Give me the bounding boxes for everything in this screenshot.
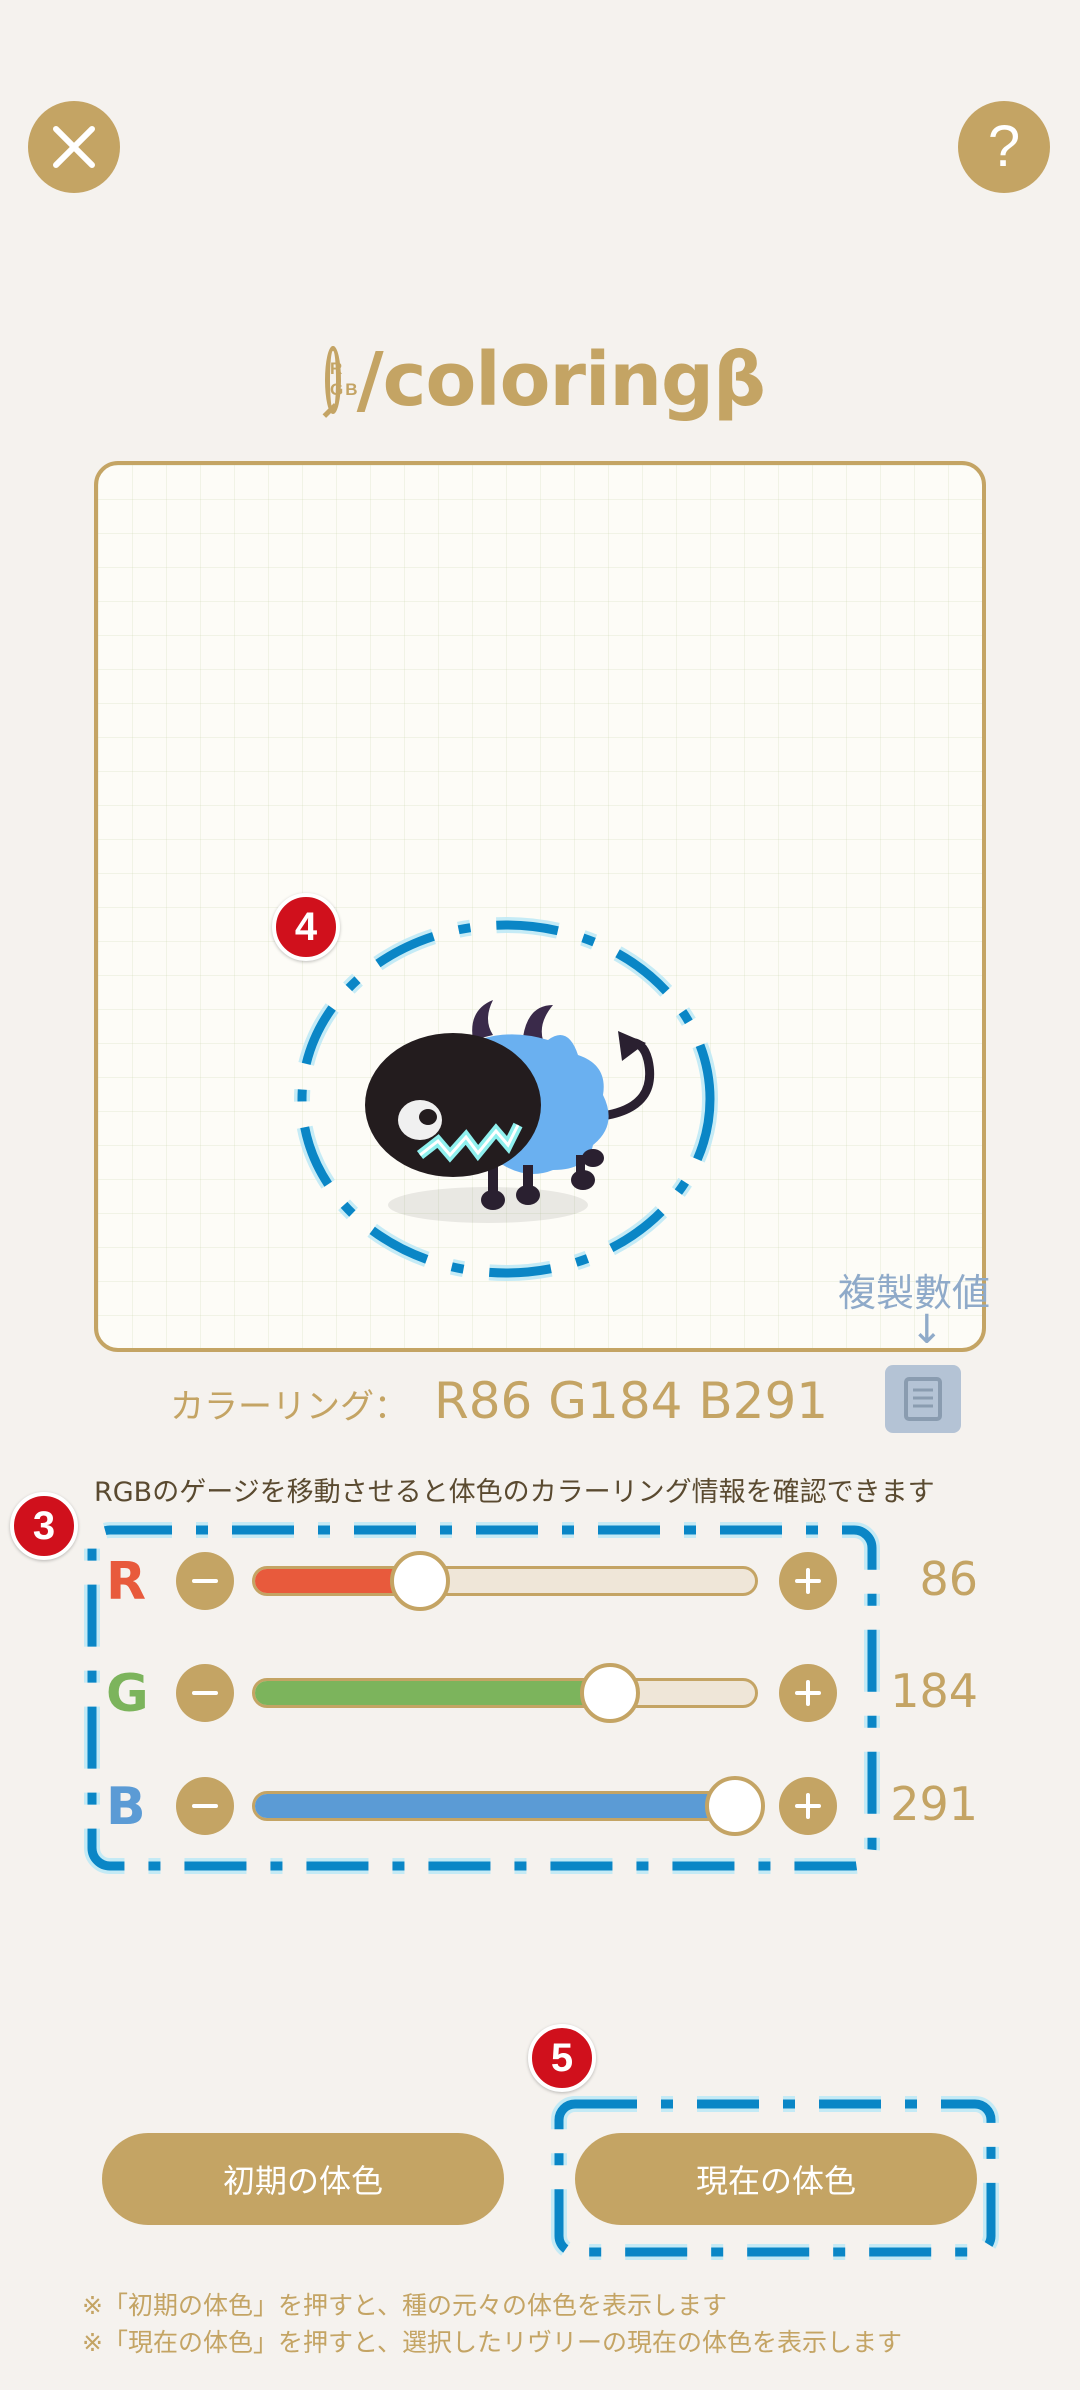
logo-title: /coloringβ — [356, 337, 766, 423]
slider-row-r: R 86 — [100, 1546, 1000, 1616]
g-slider-track[interactable] — [252, 1663, 758, 1723]
coloring-info: カラーリング： R86 G184 B291 — [170, 1372, 828, 1430]
slider-hint-text: RGBのゲージを移動させると体色のカラーリング情報を確認できます — [94, 1477, 935, 1508]
g-increase-button[interactable] — [779, 1664, 837, 1722]
annotation-badge-5: 5 — [528, 2024, 596, 2092]
r-increase-button[interactable] — [779, 1552, 837, 1610]
close-icon — [53, 126, 95, 168]
g-slider-fill — [255, 1681, 610, 1705]
minus-icon — [192, 1579, 218, 1583]
initial-color-button[interactable]: 初期の体色 — [102, 2133, 504, 2225]
g-value: 184 — [890, 1664, 978, 1718]
creature-preview — [294, 917, 718, 1281]
help-icon: ? — [987, 114, 1021, 179]
note-current: ※「現在の体色」を押すと、選択したリヴリーの現在の体色を表示します — [82, 2328, 902, 2357]
annotation-badge-3: 3 — [10, 1492, 78, 1560]
current-color-button[interactable]: 現在の体色 — [575, 2133, 977, 2225]
plus-icon — [795, 1680, 821, 1706]
r-value: 86 — [919, 1552, 978, 1606]
minus-icon — [192, 1804, 218, 1808]
channel-letter-g: G — [106, 1664, 149, 1724]
app-logo: R GB /coloringβ — [322, 330, 766, 430]
coloring-value: R86 G184 B291 — [434, 1372, 829, 1430]
b-slider-thumb[interactable] — [705, 1776, 765, 1836]
plus-icon — [795, 1568, 821, 1594]
note-initial: ※「初期の体色」を押すと、種の元々の体色を表示します — [82, 2291, 727, 2320]
b-value: 291 — [890, 1777, 978, 1831]
help-button[interactable]: ? — [958, 101, 1050, 193]
slider-row-b: B 291 — [100, 1771, 1000, 1841]
b-slider-fill — [255, 1794, 735, 1818]
b-decrease-button[interactable] — [176, 1777, 234, 1835]
g-decrease-button[interactable] — [176, 1664, 234, 1722]
channel-letter-r: R — [106, 1552, 147, 1612]
r-slider-track[interactable] — [252, 1551, 758, 1611]
close-button[interactable] — [28, 101, 120, 193]
document-copy-icon — [904, 1377, 942, 1421]
arrow-down-icon: ↓ — [910, 1307, 944, 1353]
copy-values-button[interactable] — [885, 1365, 961, 1433]
minus-icon — [192, 1691, 218, 1695]
rgb-magnifier-icon: R GB — [322, 346, 358, 418]
coloring-label: カラーリング： — [170, 1387, 408, 1427]
annotation-badge-4: 4 — [272, 893, 340, 961]
preview-canvas: 4 — [94, 461, 986, 1352]
b-slider-track[interactable] — [252, 1776, 765, 1836]
slider-row-g: G 184 — [100, 1658, 1000, 1728]
g-slider-thumb[interactable] — [580, 1663, 640, 1723]
b-increase-button[interactable] — [779, 1777, 837, 1835]
r-slider-thumb[interactable] — [390, 1551, 450, 1611]
plus-icon — [795, 1793, 821, 1819]
channel-letter-b: B — [106, 1777, 146, 1837]
r-decrease-button[interactable] — [176, 1552, 234, 1610]
